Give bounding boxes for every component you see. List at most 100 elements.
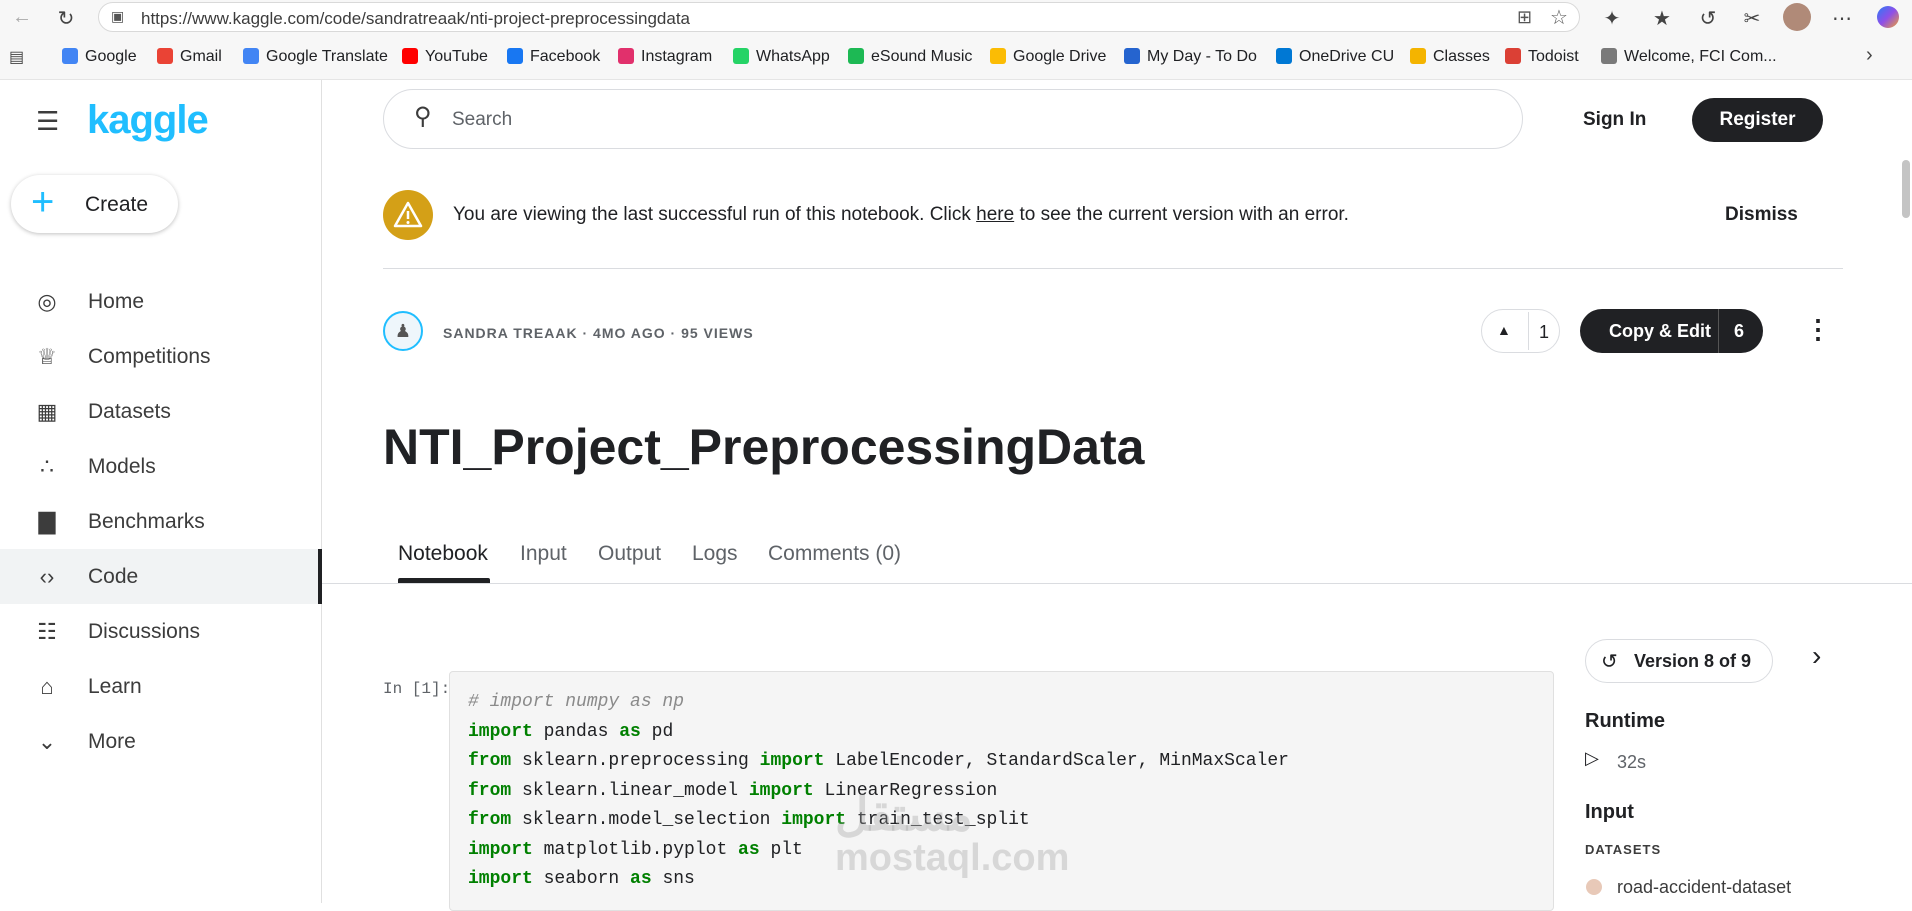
sidebar-item-code[interactable]: ‹› Code	[0, 549, 322, 604]
copy-edit-divider	[1718, 309, 1719, 353]
bookmark-9[interactable]: My Day - To Do	[1124, 48, 1257, 66]
copilot-icon[interactable]	[1877, 6, 1899, 28]
bookmark-7[interactable]: eSound Music	[848, 48, 972, 66]
bookmark-12[interactable]: Todoist	[1505, 48, 1579, 66]
bookmark-favicon-icon	[62, 48, 78, 64]
code-line: import pandas as pd	[468, 722, 673, 742]
bookmark-3[interactable]: YouTube	[402, 48, 488, 66]
code-token: LabelEncoder, StandardScaler, MinMaxScal…	[824, 751, 1289, 771]
copy-edit-label: Copy & Edit	[1609, 321, 1711, 341]
bookmarks-overflow-chevron-icon[interactable]: ›	[1866, 44, 1873, 67]
register-button[interactable]: Register	[1692, 98, 1823, 142]
bookmark-1[interactable]: Gmail	[157, 48, 222, 66]
tab-output[interactable]: Output	[598, 542, 661, 566]
profile-avatar[interactable]	[1783, 3, 1811, 31]
sidebar-item-label: Datasets	[88, 400, 171, 423]
notebook-title: NTI_Project_PreprocessingData	[383, 419, 1145, 475]
tab-logs[interactable]: Logs	[692, 542, 738, 566]
page-scrollbar-thumb[interactable]	[1902, 160, 1910, 218]
bookmark-6[interactable]: WhatsApp	[733, 48, 830, 66]
history-icon[interactable]: ↺	[1696, 6, 1720, 31]
sidebar-item-models[interactable]: ∴ Models	[0, 439, 322, 494]
code-token: pandas	[532, 721, 620, 742]
banner-here-link[interactable]: here	[976, 204, 1014, 225]
code-token: sns	[651, 869, 695, 889]
favorite-star-icon[interactable]: ☆	[1550, 5, 1568, 30]
sidebar-item-discussions[interactable]: ☷ Discussions	[0, 604, 322, 659]
bookmark-8[interactable]: Google Drive	[990, 48, 1106, 66]
bookmark-favicon-icon	[1410, 48, 1426, 64]
code-token: from	[468, 780, 512, 801]
version-label: Version 8 of 9	[1634, 651, 1752, 671]
tab-input[interactable]: Input	[520, 542, 567, 566]
bookmark-label: WhatsApp	[756, 48, 830, 65]
bookmark-favicon-icon	[848, 48, 864, 64]
site-info-icon[interactable]: ▣	[111, 8, 124, 25]
tab-notebook[interactable]: Notebook	[398, 542, 488, 566]
sidebar-item-datasets[interactable]: ▦ Datasets	[0, 384, 322, 439]
compass-icon: ◎	[37, 289, 57, 314]
cell-execution-label: In [1]:	[383, 680, 451, 698]
search-input[interactable]: Search	[452, 109, 512, 131]
upvote-button[interactable]: ▲ 1	[1481, 309, 1560, 353]
upvote-arrow-icon: ▲	[1497, 322, 1511, 338]
bookmark-2[interactable]: Google Translate	[243, 48, 388, 66]
history-clock-icon: ↺	[1601, 651, 1618, 673]
kebab-menu-icon[interactable]: ⋮	[1805, 314, 1831, 345]
address-bar[interactable]: ▣ https://www.kaggle.com/code/sandratrea…	[98, 2, 1580, 32]
bar-chart-icon: ▇	[38, 509, 56, 534]
author-avatar[interactable]: ♟	[383, 311, 423, 351]
browser-toolbar: ← ↻ ▣ https://www.kaggle.com/code/sandra…	[0, 0, 1912, 34]
sidebar-item-benchmarks[interactable]: ▇ Benchmarks	[0, 494, 322, 549]
bookmark-label: Gmail	[180, 48, 222, 65]
bookmark-favicon-icon	[1505, 48, 1521, 64]
bookmark-favicon-icon	[402, 48, 418, 64]
runtime-value: 32s	[1617, 752, 1647, 772]
version-button[interactable]: ↺ Version 8 of 9	[1585, 639, 1773, 683]
sidebar-item-more[interactable]: ⌄ More	[0, 714, 322, 769]
chevron-right-icon[interactable]: ›	[1812, 640, 1821, 672]
copy-count: 6	[1734, 321, 1745, 341]
bookmark-favicon-icon	[243, 48, 259, 64]
sidebar-item-competitions[interactable]: ♕ Competitions	[0, 329, 322, 384]
banner-message: You are viewing the last successful run …	[453, 204, 1349, 226]
watermark-latin: mostaql.com	[835, 837, 1070, 879]
code-icon: ‹›	[39, 564, 55, 589]
bookmark-11[interactable]: Classes	[1410, 48, 1490, 66]
bookmark-5[interactable]: Instagram	[618, 48, 712, 66]
dismiss-button[interactable]: Dismiss	[1725, 204, 1798, 226]
code-token: import	[468, 839, 533, 860]
bookmark-label: OneDrive CU	[1299, 48, 1395, 65]
bookmarks-menu-icon[interactable]: ▤	[9, 47, 24, 67]
vote-divider	[1528, 312, 1529, 350]
bookmark-10[interactable]: OneDrive CU	[1276, 48, 1394, 66]
reload-icon[interactable]: ↻	[54, 6, 78, 31]
bookmark-0[interactable]: Google	[62, 48, 137, 66]
bookmark-label: Classes	[1433, 48, 1490, 65]
dataset-link[interactable]: road-accident-dataset	[1617, 877, 1791, 898]
sign-in-link[interactable]: Sign In	[1583, 109, 1646, 131]
bookmark-4[interactable]: Facebook	[507, 48, 600, 66]
copy-and-edit-button[interactable]: Copy & Edit 6	[1580, 309, 1763, 353]
sidebar-item-learn[interactable]: ⌂ Learn	[0, 659, 322, 714]
kaggle-logo[interactable]: kaggle	[87, 98, 209, 143]
bookmark-label: My Day - To Do	[1147, 48, 1257, 65]
tab-comments[interactable]: Comments (0)	[768, 542, 901, 566]
create-button[interactable]: + Create	[11, 175, 178, 233]
extensions-icon[interactable]: ✦	[1600, 6, 1624, 31]
screenshot-icon[interactable]: ✂	[1740, 6, 1764, 31]
code-token: import	[748, 780, 814, 801]
hamburger-menu-icon[interactable]: ☰	[36, 106, 59, 137]
banner-text-after: to see the current version with an error…	[1014, 204, 1349, 225]
bookmark-13[interactable]: Welcome, FCI Com...	[1601, 48, 1777, 66]
back-icon[interactable]: ←	[10, 6, 34, 29]
sidebar-item-home[interactable]: ◎ Home	[0, 274, 322, 329]
sidebar-item-label: Code	[88, 565, 139, 588]
favorites-icon[interactable]: ★	[1650, 6, 1674, 31]
more-options-icon[interactable]: ⋯	[1830, 6, 1854, 31]
search-bar[interactable]: ⚲ Search	[383, 89, 1523, 149]
bookmark-label: eSound Music	[871, 48, 973, 65]
app-available-icon[interactable]: ⊞	[1517, 7, 1532, 28]
plus-icon: +	[31, 180, 55, 224]
discussion-icon: ☷	[37, 619, 57, 644]
